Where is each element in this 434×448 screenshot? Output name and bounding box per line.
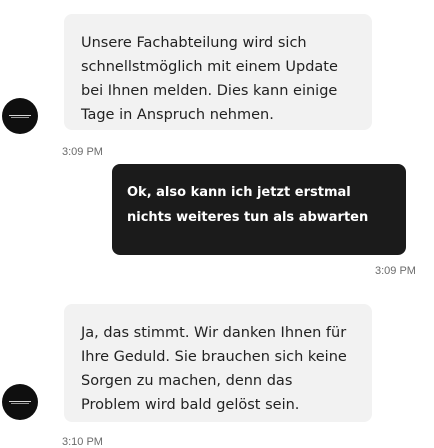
agent-message: Unsere Fachabteilung wird sich schnellst… xyxy=(64,14,372,130)
message-timestamp: 3:10 PM xyxy=(62,436,103,448)
message-timestamp: 3:09 PM xyxy=(62,146,103,158)
agent-message: Ja, das stimmt. Wir danken Ihnen für Ihr… xyxy=(64,304,372,422)
message-timestamp: 3:09 PM xyxy=(375,265,416,277)
agent-avatar-icon xyxy=(2,98,38,134)
chat-transcript: Unsere Fachabteilung wird sich schnellst… xyxy=(0,0,434,448)
message-text: Ok, also kann ich jetzt erstmal nichts w… xyxy=(127,185,369,225)
message-text: Ja, das stimmt. Wir danken Ihnen für Ihr… xyxy=(81,325,347,413)
user-message: Ok, also kann ich jetzt erstmal nichts w… xyxy=(112,164,406,255)
agent-avatar-icon xyxy=(2,384,38,420)
message-text: Unsere Fachabteilung wird sich schnellst… xyxy=(81,35,338,123)
